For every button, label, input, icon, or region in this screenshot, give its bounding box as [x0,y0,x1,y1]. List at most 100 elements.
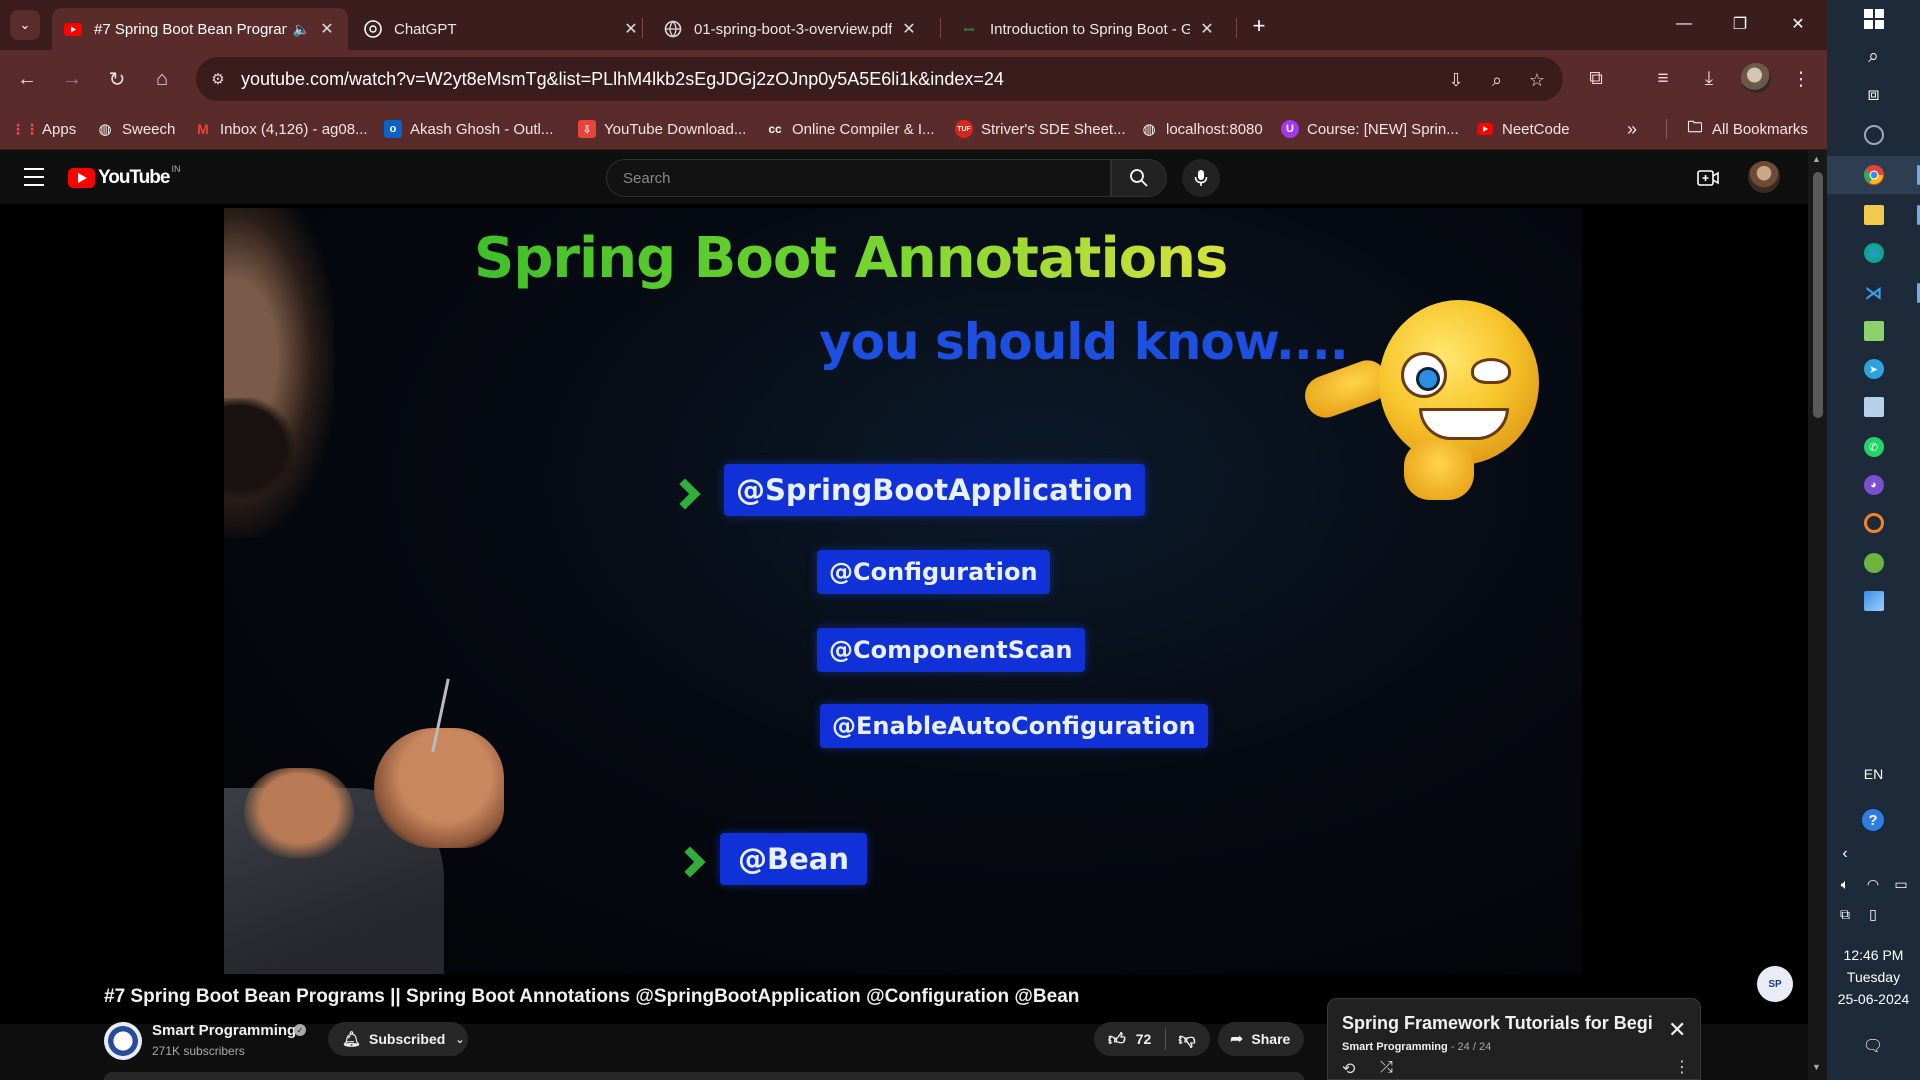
home-button[interactable]: ⌂ [147,64,177,94]
language-indicator[interactable]: EN [1827,766,1920,782]
playlist-channel[interactable]: Smart Programming [1342,1041,1448,1053]
back-button[interactable]: ← [12,64,42,94]
channel-watermark-logo[interactable]: SP [1757,966,1793,1002]
site-info-icon[interactable]: ⚙ [206,67,230,91]
search-input[interactable] [607,160,1110,196]
more-options-icon[interactable]: ⋮ [1674,1057,1690,1077]
account-avatar[interactable] [1748,161,1780,193]
battery-icon[interactable]: ▭ [1889,872,1913,896]
dislike-button[interactable]: 👎︎ [1178,1029,1195,1050]
address-bar[interactable]: ⚙ youtube.com/watch?v=W2yt8eMsmTg&list=P… [196,57,1563,101]
voice-search-button[interactable] [1182,159,1220,197]
video-frame[interactable]: Spring Boot Annotations you should know.… [224,208,1582,974]
bookmark-outlook[interactable]: o Akash Ghosh - Outl... [384,116,553,142]
close-tab-icon[interactable]: ✕ [900,20,918,38]
search-box[interactable] [606,159,1111,197]
notifications-icon[interactable]: 🗨︎ [1861,1034,1885,1058]
bookmark-online-compiler[interactable]: cc Online Compiler & I... [766,116,934,142]
show-hidden-icons-icon[interactable]: ‹ [1833,842,1857,866]
speaker-icon[interactable]: 🔈 [293,21,310,38]
start-button[interactable] [1827,0,1920,38]
vscode-icon[interactable]: ⋊ [1827,274,1920,312]
usb-icon[interactable]: ▯ [1861,902,1885,926]
url-text[interactable]: youtube.com/watch?v=W2yt8eMsmTg&list=PLl… [241,69,1004,90]
wifi-icon[interactable]: ◠ [1861,872,1885,896]
close-playlist-icon[interactable]: ✕ [1668,1017,1686,1043]
tab-chatgpt[interactable]: ChatGPT ✕ [352,8,652,50]
spring-tools-icon[interactable] [1827,544,1920,582]
install-app-icon[interactable]: ⇩ [1443,67,1469,93]
notepad-icon[interactable] [1827,312,1920,350]
bookmark-youtube-download[interactable]: ⇩ YouTube Download... [578,116,746,142]
like-button[interactable]: 👍︎ [1108,1029,1126,1050]
forward-button[interactable]: → [57,64,87,94]
bookmark-star-icon[interactable]: ☆ [1524,67,1550,93]
screen: ⌄ #7 Spring Boot Bean Programs || Spring… [0,0,1920,1080]
all-bookmarks-button[interactable]: 🗀 All Bookmarks [1686,116,1807,142]
file-explorer-icon[interactable] [1827,196,1920,234]
edge-icon[interactable] [1827,234,1920,272]
downloads-icon[interactable]: ⤓ [1694,64,1724,94]
scroll-thumb[interactable] [1813,172,1823,418]
zoom-icon[interactable]: ⌕ [1484,67,1510,93]
create-video-icon[interactable] [1694,164,1722,192]
loop-icon[interactable]: ⟲ [1342,1059,1355,1079]
media-player-icon[interactable] [1827,504,1920,542]
channel-name[interactable]: Smart Programming [152,1022,296,1039]
chrome-taskbar-icon[interactable] [1827,156,1920,194]
extensions-icon[interactable]: ⧉ [1581,64,1611,94]
close-tab-icon[interactable]: ✕ [1198,20,1216,38]
bookmark-localhost[interactable]: ◍ localhost:8080 [1140,116,1262,142]
bookmark-gmail[interactable]: M Inbox (4,126) - ag08... [194,116,367,142]
channel-avatar[interactable] [104,1022,142,1060]
bookmark-udemy[interactable]: U Course: [NEW] Sprin... [1281,116,1459,142]
profile-avatar[interactable] [1741,63,1771,93]
minimize-button[interactable]: — [1662,8,1706,40]
reload-button[interactable]: ↻ [102,64,132,94]
hamburger-menu-icon[interactable] [20,165,48,189]
telegram-icon[interactable]: ➤ [1827,350,1920,388]
video-player[interactable]: Spring Boot Annotations you should know.… [0,204,1808,1024]
subscribed-button[interactable]: 🔔︎ Subscribed ⌄ [328,1022,468,1056]
like-count: 72 [1135,1031,1152,1047]
restore-button[interactable]: ❐ [1718,8,1762,40]
tab-youtube-video[interactable]: #7 Spring Boot Bean Programs || Spring B… [52,8,348,50]
page-scrollbar[interactable]: ▲ ▼ [1808,150,1827,1080]
description-box[interactable] [104,1072,1304,1080]
github-icon[interactable]: ◕ [1827,466,1920,504]
bookmark-striver[interactable]: TUF Striver's SDE Sheet... [955,116,1126,142]
youtube-logo[interactable]: YouTube IN [68,164,180,189]
close-tab-icon[interactable]: ✕ [318,20,336,38]
bookmark-apps[interactable]: ⋮⋮ Apps [11,116,76,142]
search-button[interactable] [1111,159,1167,197]
scroll-up-arrow-icon[interactable]: ▲ [1812,154,1821,164]
more-menu-icon[interactable]: ⋮ [1786,64,1816,94]
clock-time: 12:46 PM [1843,947,1904,963]
tab-geeksforgeeks[interactable]: ꟷ Introduction to Spring Boot - Geeksfor… [948,8,1228,50]
system-clock[interactable]: 12:46 PM Tuesday 25-06-2024 [1827,944,1920,1010]
share-button[interactable]: ➦ Share [1218,1022,1304,1056]
shuffle-icon[interactable]: ⤮ [1380,1059,1393,1077]
close-tab-icon[interactable]: ✕ [622,20,640,38]
tab-search-button[interactable]: ⌄ [10,10,40,40]
volume-icon[interactable]: 🔈︎ [1833,872,1857,896]
close-window-button[interactable]: ✕ [1776,8,1820,40]
photos-icon[interactable] [1827,582,1920,620]
tab-pdf[interactable]: 01-spring-boot-3-overview.pdf ✕ [652,8,930,50]
scroll-down-arrow-icon[interactable]: ▼ [1812,1062,1821,1072]
bookmarks-overflow-icon[interactable]: » [1627,116,1637,142]
help-icon[interactable]: ? [1861,808,1885,832]
udemy-icon: U [1281,120,1299,138]
task-view-icon[interactable]: ⧈ [1827,76,1920,114]
display-icon[interactable]: ⧉ [1833,902,1857,926]
bookmark-neetcode[interactable]: NeetCode [1476,116,1570,142]
media-control-icon[interactable]: ≡ [1648,64,1678,94]
app-camera-icon[interactable] [1827,116,1920,154]
search-icon[interactable]: ⌕ [1827,38,1920,76]
globe-icon: ◍ [98,121,112,138]
bookmark-sweech[interactable]: ◍ Sweech [96,116,175,142]
app-generic-icon[interactable] [1827,388,1920,426]
whatsapp-icon[interactable]: ✆ [1827,428,1920,466]
new-tab-button[interactable]: + [1245,12,1273,40]
playlist-title[interactable]: Spring Framework Tutorials for Begi... [1342,1013,1652,1034]
